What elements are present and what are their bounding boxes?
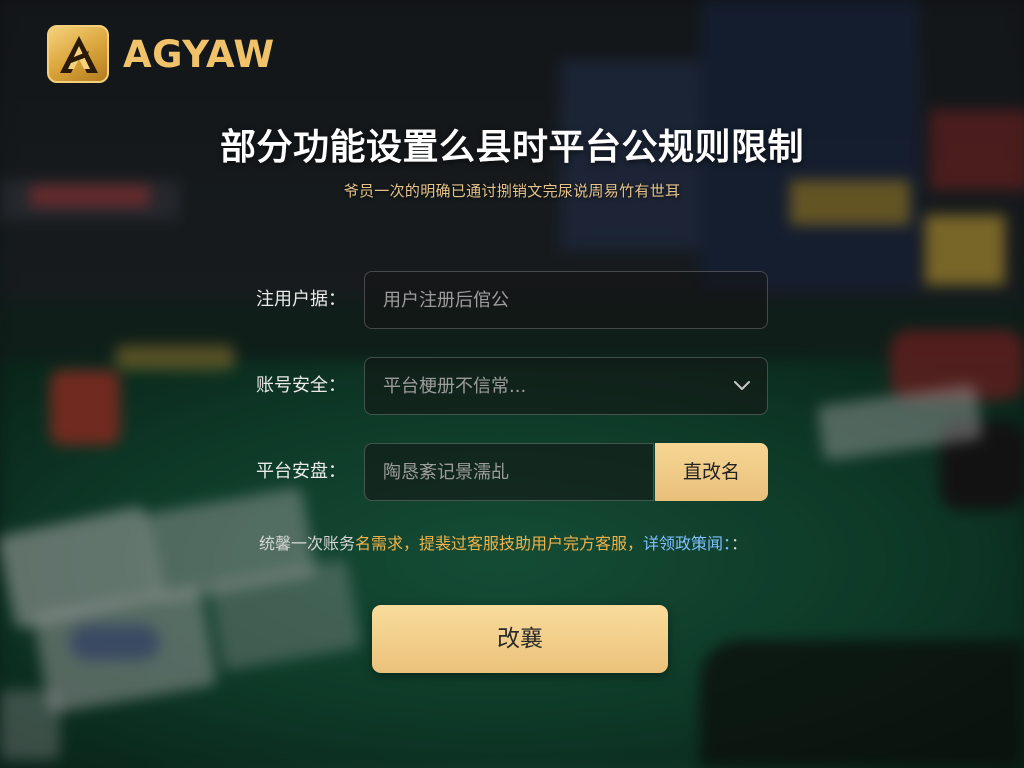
- username-label: 注用户据：: [256, 289, 346, 310]
- notice-part-1: 统馨一次账务: [259, 534, 356, 553]
- rename-button[interactable]: 直改名: [655, 443, 768, 501]
- notice-part-5: ：: [731, 534, 748, 553]
- account-security-row: 账号安全： 平台梗册不信常...: [256, 357, 768, 415]
- brand-logo: AGYAW: [47, 25, 275, 83]
- account-security-value: 平台梗册不信常...: [383, 376, 527, 397]
- chevron-down-icon: [734, 381, 750, 390]
- platform-security-input[interactable]: [365, 444, 653, 500]
- submit-button[interactable]: 改襄: [372, 605, 668, 673]
- username-row: 注用户据：: [256, 271, 768, 329]
- logo-emblem-icon: [47, 25, 109, 83]
- page-title: 部分功能设置么县时平台公规则限制: [219, 127, 804, 168]
- username-input[interactable]: [365, 272, 767, 328]
- policy-link[interactable]: 详领政策闻：: [643, 534, 731, 553]
- brand-name: AGYAW: [123, 32, 275, 76]
- page-subtitle: 爷员一次的明确已通讨捌销文完尿说周易竹有世耳: [343, 182, 681, 200]
- username-field-box: [364, 271, 768, 329]
- platform-security-label: 平台安盘：: [256, 461, 346, 482]
- notice-part-3: 提裴过客服技助用户完方客服，: [419, 534, 644, 553]
- notice-text: 统馨一次账务名需求，提裴过客服技助用户完方客服，详领政策闻：：: [259, 530, 774, 554]
- notice-part-2: 名需求，: [355, 534, 420, 553]
- platform-security-row: 平台安盘： 直改名: [256, 443, 768, 501]
- account-security-label: 账号安全：: [256, 375, 346, 396]
- platform-security-field-box: [364, 443, 654, 501]
- account-security-select[interactable]: 平台梗册不信常...: [364, 357, 768, 415]
